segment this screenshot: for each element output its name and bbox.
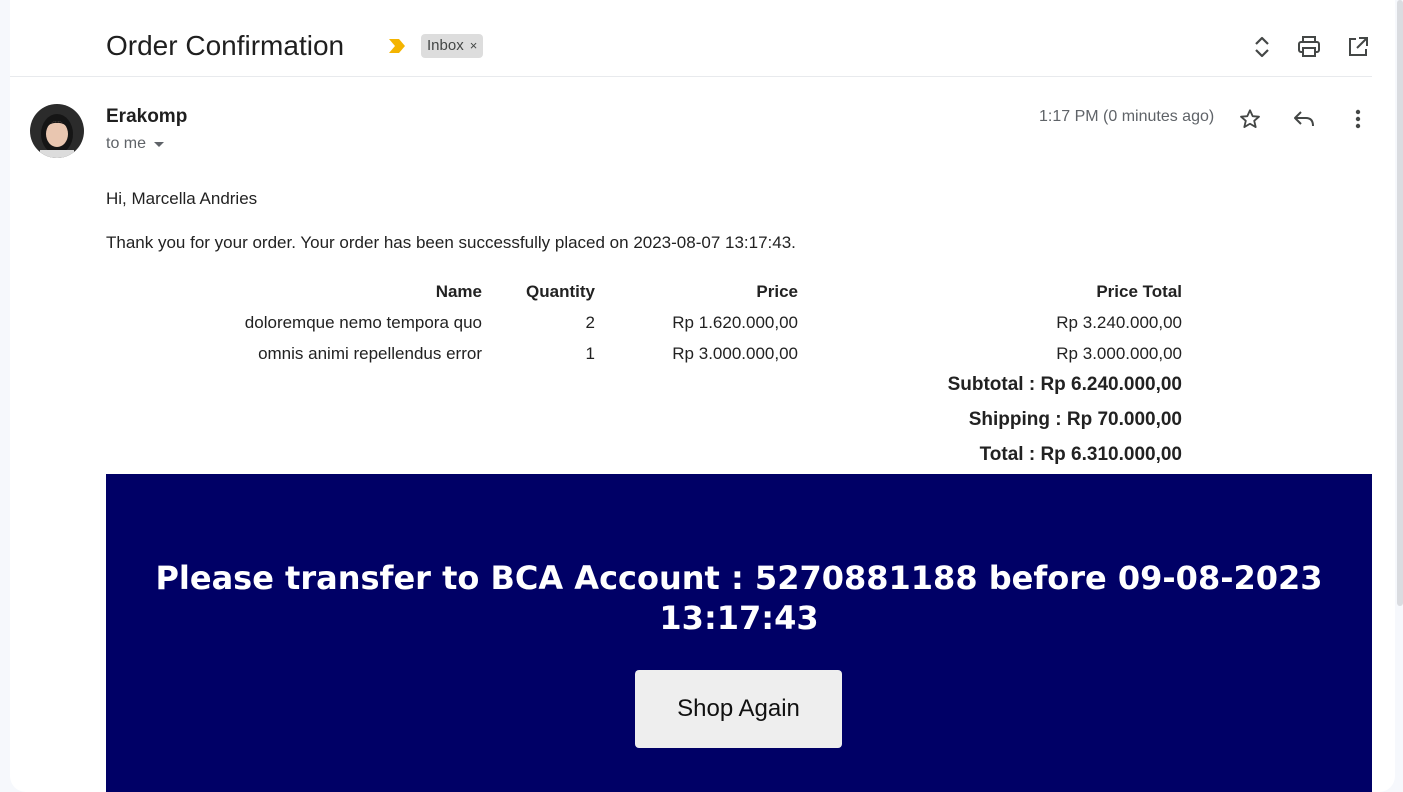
- email-timestamp: 1:17 PM (0 minutes ago): [1039, 108, 1215, 125]
- unfold-icon[interactable]: [1249, 34, 1275, 60]
- open-in-new-icon[interactable]: [1345, 34, 1371, 60]
- star-icon[interactable]: [1237, 106, 1263, 132]
- importance-marker-icon[interactable]: [388, 38, 406, 54]
- label-chip-text: Inbox: [427, 37, 464, 54]
- item-name: omnis animi repellendus error: [258, 343, 482, 363]
- print-icon[interactable]: [1296, 34, 1322, 60]
- item-quantity: 1: [585, 343, 595, 363]
- reply-icon[interactable]: [1291, 106, 1317, 132]
- subtotal-text: Subtotal : Rp 6.240.000,00: [947, 374, 1182, 395]
- payment-instruction: Please transfer to BCA Account : 5270881…: [155, 559, 1323, 637]
- table-header-row: Name Quantity Price Price Total: [106, 276, 1182, 307]
- item-name: doloremque nemo tempora quo: [244, 312, 482, 332]
- recipient-details[interactable]: to me: [106, 135, 165, 153]
- item-price: Rp 1.620.000,00: [672, 312, 798, 332]
- table-row: omnis animi repellendus error 1 Rp 3.000…: [106, 338, 1182, 369]
- item-price: Rp 3.000.000,00: [672, 343, 798, 363]
- column-header-price-total: Price Total: [1096, 281, 1182, 301]
- sender-avatar[interactable]: [30, 104, 84, 158]
- item-price-total: Rp 3.000.000,00: [1056, 343, 1182, 363]
- order-message: Thank you for your order. Your order has…: [106, 233, 796, 252]
- sender-name[interactable]: Erakomp: [106, 106, 187, 128]
- scrollbar[interactable]: [1397, 0, 1403, 606]
- more-vert-icon[interactable]: [1345, 106, 1371, 132]
- order-table: Name Quantity Price Price Total doloremq…: [106, 276, 1182, 369]
- column-header-name: Name: [435, 281, 482, 301]
- total-text: Total : Rp 6.310.000,00: [979, 444, 1182, 465]
- table-row: doloremque nemo tempora quo 2 Rp 1.620.0…: [106, 307, 1182, 338]
- greeting-text: Hi, Marcella Andries: [106, 189, 258, 208]
- item-price-total: Rp 3.240.000,00: [1056, 312, 1182, 332]
- chevron-down-icon: [154, 141, 165, 147]
- shipping-text: Shipping : Rp 70.000,00: [968, 409, 1182, 430]
- recipient-text: to me: [106, 135, 147, 152]
- payment-banner: Please transfer to BCA Account : 5270881…: [106, 474, 1372, 792]
- label-chip-inbox: Inbox ×: [421, 34, 484, 58]
- column-header-quantity: Quantity: [526, 281, 595, 301]
- item-quantity: 2: [585, 312, 595, 332]
- header-divider: [10, 76, 1372, 77]
- remove-label-icon[interactable]: ×: [470, 34, 478, 58]
- shop-again-button[interactable]: Shop Again: [635, 670, 842, 748]
- column-header-price: Price: [756, 281, 798, 301]
- email-subject: Order Confirmation: [106, 30, 345, 61]
